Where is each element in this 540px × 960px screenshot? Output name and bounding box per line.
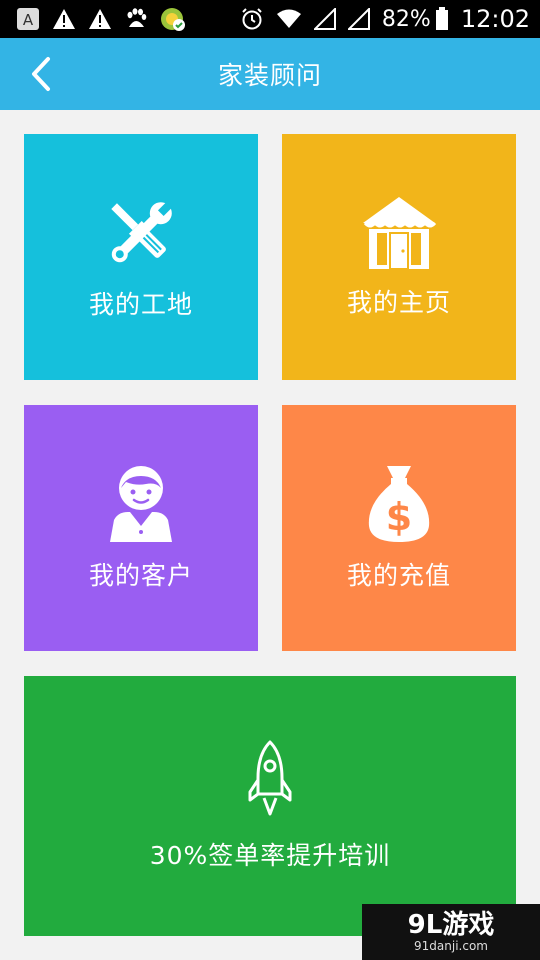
my-site-tile[interactable]: 我的工地 [24, 134, 258, 380]
warning-icon [52, 8, 76, 30]
my-clients-tile[interactable]: 我的客户 [24, 405, 258, 651]
my-clients-label: 我的客户 [88, 561, 193, 590]
my-recharge-label: 我的充值 [346, 561, 451, 590]
svg-text:A: A [23, 11, 34, 29]
alarm-icon [240, 7, 264, 31]
system-status: 82% 12:02 [240, 5, 530, 33]
warning-icon [88, 8, 112, 30]
person-icon [106, 464, 176, 544]
signal-icon [313, 8, 336, 30]
training-tile[interactable]: 30%签单率提升培训 [24, 676, 516, 936]
my-homepage-tile[interactable]: 我的主页 [282, 134, 516, 380]
app-screen: A 82% 12:02 家装顾问 我的工地 我的主页 我的客户 $ 我的充值 3… [0, 0, 540, 960]
watermark-logo: 9L游戏 [407, 910, 495, 940]
house-icon [359, 195, 439, 271]
status-bar: A 82% 12:02 [0, 0, 540, 38]
my-site-label: 我的工地 [88, 290, 193, 319]
battery-icon [435, 7, 449, 31]
money-bag-icon: $ [363, 464, 435, 544]
training-label: 30%签单率提升培训 [149, 841, 391, 870]
clock-time: 12:02 [460, 5, 530, 33]
wifi-icon [276, 8, 302, 30]
tools-icon [101, 193, 181, 273]
watermark-site: 91danji.com [414, 939, 488, 953]
site-watermark: 9L游戏 91danji.com [362, 904, 540, 960]
page-title: 家装顾问 [217, 61, 322, 90]
app-badge-icon [160, 6, 186, 32]
svg-text:$: $ [386, 495, 412, 539]
my-homepage-label: 我的主页 [346, 288, 451, 317]
a-badge-icon: A [16, 7, 40, 31]
notification-icons: A [16, 6, 186, 32]
back-button[interactable] [18, 52, 62, 96]
battery-percent: 82% [381, 6, 431, 32]
baidu-icon [124, 7, 148, 31]
signal-icon [347, 8, 370, 30]
app-header: 家装顾问 [0, 38, 540, 110]
my-recharge-tile[interactable]: $ 我的充值 [282, 405, 516, 651]
chevron-left-icon [28, 56, 52, 92]
rocket-icon [248, 740, 292, 816]
